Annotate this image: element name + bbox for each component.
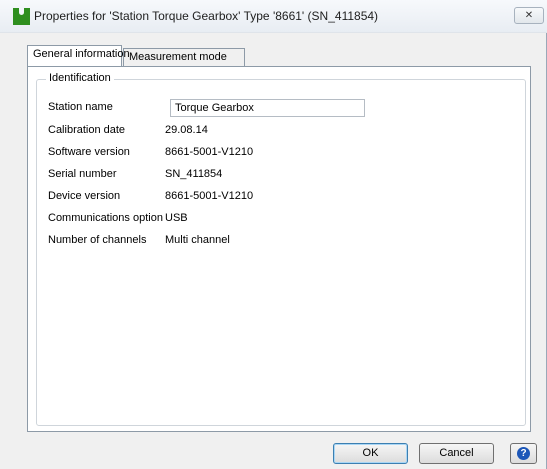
tab-general-information[interactable]: General information: [27, 45, 130, 66]
properties-dialog: Properties for 'Station Torque Gearbox' …: [0, 0, 547, 469]
title-bar[interactable]: Properties for 'Station Torque Gearbox' …: [0, 0, 547, 33]
device-version-value: 8661-5001-V1210: [165, 190, 254, 202]
tab-panel-general: Identification Station name Calibration …: [27, 66, 531, 432]
help-button[interactable]: ?: [510, 443, 537, 464]
row-number-of-channels: Number of channels Multi channel: [37, 234, 517, 250]
row-communications-option: Communications option USB: [37, 212, 517, 228]
group-title: Identification: [46, 72, 114, 84]
tab-measurement-mode[interactable]: Measurement mode: [123, 48, 245, 66]
software-version-label: Software version: [48, 146, 130, 158]
number-of-channels-label: Number of channels: [48, 234, 147, 246]
help-icon: ?: [517, 447, 530, 460]
station-name-label: Station name: [48, 101, 113, 113]
row-calibration-date: Calibration date 29.08.14: [37, 124, 517, 140]
row-serial-number: Serial number SN_411854: [37, 168, 517, 184]
row-device-version: Device version 8661-5001-V1210: [37, 190, 517, 206]
serial-number-value: SN_411854: [165, 168, 223, 180]
app-logo-icon: [13, 8, 30, 25]
communications-option-value: USB: [165, 212, 188, 224]
calibration-date-label: Calibration date: [48, 124, 126, 136]
software-version-value: 8661-5001-V1210: [165, 146, 254, 158]
number-of-channels-value: Multi channel: [165, 234, 230, 246]
device-version-label: Device version: [48, 190, 121, 202]
row-software-version: Software version 8661-5001-V1210: [37, 146, 517, 162]
ok-button[interactable]: OK: [333, 443, 408, 464]
cancel-button[interactable]: Cancel: [419, 443, 494, 464]
window-title: Properties for 'Station Torque Gearbox' …: [34, 9, 379, 23]
calibration-date-value: 29.08.14: [165, 124, 208, 136]
station-name-input[interactable]: [170, 99, 365, 117]
close-icon: ✕: [524, 10, 534, 21]
serial-number-label: Serial number: [48, 168, 117, 180]
communications-option-label: Communications option: [48, 212, 163, 224]
close-button[interactable]: ✕: [514, 7, 544, 24]
identification-group: Identification Station name Calibration …: [36, 72, 526, 426]
